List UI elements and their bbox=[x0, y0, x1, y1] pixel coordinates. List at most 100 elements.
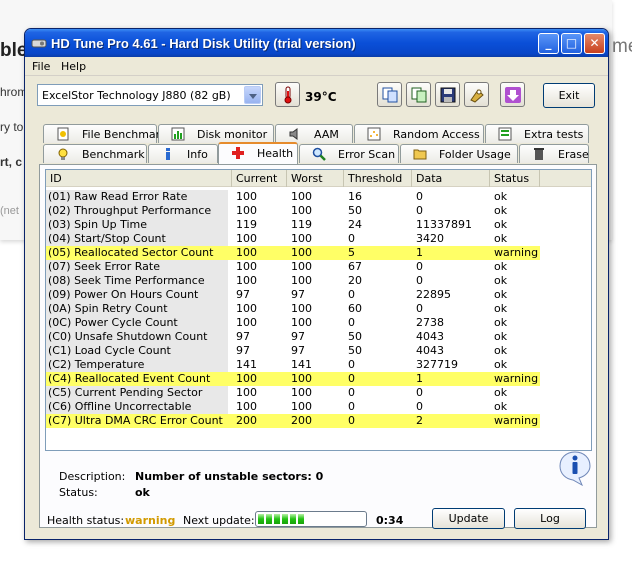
column-header[interactable]: ID bbox=[46, 170, 232, 187]
table-row[interactable]: (02) Throughput Performance 100 100 50 0 ok bbox=[46, 204, 540, 218]
tab-aam[interactable]: AAM bbox=[275, 124, 353, 143]
tab-health[interactable]: Health bbox=[218, 142, 298, 164]
cell-status: warning bbox=[494, 246, 539, 259]
cell-threshold: 20 bbox=[348, 274, 362, 287]
tab-label: Random Access bbox=[393, 128, 480, 141]
smart-table[interactable]: ID Current Worst Threshold Data Status (… bbox=[45, 169, 592, 451]
cell-current: 97 bbox=[236, 330, 250, 343]
cell-status: ok bbox=[494, 288, 508, 301]
options-button[interactable] bbox=[464, 82, 489, 107]
options-icon bbox=[470, 89, 484, 103]
cell-worst: 141 bbox=[291, 358, 312, 371]
menu-file[interactable]: File bbox=[32, 60, 50, 73]
table-row[interactable]: (0A) Spin Retry Count 100 100 60 0 ok bbox=[46, 302, 540, 316]
maximize-button[interactable]: □ bbox=[561, 33, 582, 54]
tab-error-scan[interactable]: Error Scan bbox=[299, 144, 399, 163]
tab-info[interactable]: Info bbox=[148, 144, 218, 163]
tab-label: Folder Usage bbox=[439, 148, 511, 161]
tab-file-benchmark[interactable]: File Benchmark bbox=[43, 124, 167, 143]
column-header[interactable]: Status bbox=[490, 170, 540, 187]
tab-label: Extra tests bbox=[524, 128, 584, 141]
info-icon bbox=[166, 148, 170, 160]
background-text: ry to bbox=[0, 120, 24, 134]
cell-status: warning bbox=[494, 372, 539, 385]
cell-id: (0A) Spin Retry Count bbox=[46, 302, 228, 316]
cell-data: 2738 bbox=[416, 316, 444, 329]
title-bar[interactable]: HD Tune Pro 4.61 - Hard Disk Utility (tr… bbox=[25, 29, 608, 57]
table-row[interactable]: (0C) Power Cycle Count 100 100 0 2738 ok bbox=[46, 316, 540, 330]
table-row[interactable]: (C4) Reallocated Event Count 100 100 0 1 warn… bbox=[46, 372, 540, 386]
cell-id: (C1) Load Cycle Count bbox=[46, 344, 228, 358]
table-row[interactable]: (07) Seek Error Rate 100 100 67 0 ok bbox=[46, 260, 540, 274]
cell-current: 97 bbox=[236, 344, 250, 357]
column-header[interactable]: Current bbox=[232, 170, 287, 187]
table-row[interactable]: (C1) Load Cycle Count 97 97 50 4043 ok bbox=[46, 344, 540, 358]
cell-worst: 100 bbox=[291, 204, 312, 217]
tab-label: Health bbox=[257, 147, 294, 160]
cell-id: (C7) Ultra DMA CRC Error Count bbox=[46, 414, 228, 428]
random-access-icon bbox=[367, 127, 381, 141]
save-button[interactable] bbox=[435, 82, 460, 107]
table-row[interactable]: (C5) Current Pending Sector 100 100 0 0 ok bbox=[46, 386, 540, 400]
cell-data: 0 bbox=[416, 204, 423, 217]
progress-segment bbox=[290, 514, 296, 524]
cell-worst: 100 bbox=[291, 372, 312, 385]
table-row[interactable]: (05) Reallocated Sector Count 100 100 5 1 war… bbox=[46, 246, 540, 260]
table-row[interactable]: (09) Power On Hours Count 97 97 0 22895 ok bbox=[46, 288, 540, 302]
tab-extra-tests[interactable]: Extra tests bbox=[485, 124, 589, 143]
cell-threshold: 50 bbox=[348, 330, 362, 343]
table-row[interactable]: (08) Seek Time Performance 100 100 20 0 ok bbox=[46, 274, 540, 288]
table-row[interactable]: (03) Spin Up Time 119 119 24 11337891 ok bbox=[46, 218, 540, 232]
tab-folder-usage[interactable]: Folder Usage bbox=[400, 144, 518, 163]
column-header[interactable]: Data bbox=[412, 170, 490, 187]
close-button[interactable]: ✕ bbox=[584, 33, 605, 54]
table-row[interactable]: (C7) Ultra DMA CRC Error Count 200 200 0 2 wa… bbox=[46, 414, 540, 428]
temperature-button[interactable] bbox=[275, 82, 300, 107]
table-header: ID Current Worst Threshold Data Status bbox=[46, 170, 591, 187]
tab-erase[interactable]: Erase bbox=[519, 144, 589, 163]
tab-label: Disk monitor bbox=[197, 128, 268, 141]
cell-status: ok bbox=[494, 330, 508, 343]
table-row[interactable]: (C6) Offline Uncorrectable 100 100 0 0 ok bbox=[46, 400, 540, 414]
countdown: 0:34 bbox=[376, 514, 404, 527]
cell-current: 200 bbox=[236, 414, 257, 427]
cell-threshold: 0 bbox=[348, 232, 355, 245]
cell-current: 100 bbox=[236, 302, 257, 315]
minimize-button[interactable]: _ bbox=[538, 33, 559, 54]
cell-data: 2 bbox=[416, 414, 423, 427]
cell-id: (C5) Current Pending Sector bbox=[46, 386, 228, 400]
tab-benchmark[interactable]: Benchmark bbox=[43, 144, 147, 163]
column-header[interactable]: Threshold bbox=[344, 170, 412, 187]
cell-current: 100 bbox=[236, 246, 257, 259]
cell-current: 100 bbox=[236, 204, 257, 217]
copy-icon bbox=[382, 87, 398, 103]
cell-worst: 97 bbox=[291, 288, 305, 301]
tab-disk-monitor[interactable]: Disk monitor bbox=[158, 124, 274, 143]
cell-data: 4043 bbox=[416, 330, 444, 343]
copy-alt-button[interactable] bbox=[406, 82, 431, 107]
cell-data: 0 bbox=[416, 386, 423, 399]
cell-threshold: 0 bbox=[348, 414, 355, 427]
drive-select[interactable]: ExcelStor Technology J880 (82 gB) bbox=[37, 84, 263, 106]
column-header[interactable]: Worst bbox=[287, 170, 344, 187]
chevron-down-icon[interactable] bbox=[244, 86, 261, 104]
info-balloon-icon[interactable] bbox=[558, 450, 592, 486]
table-row[interactable]: (C2) Temperature 141 141 0 327719 ok bbox=[46, 358, 540, 372]
progress-segment bbox=[258, 514, 264, 524]
table-row[interactable]: (04) Start/Stop Count 100 100 0 3420 ok bbox=[46, 232, 540, 246]
table-row[interactable]: (C0) Unsafe Shutdown Count 97 97 50 4043 ok bbox=[46, 330, 540, 344]
download-button[interactable] bbox=[500, 82, 525, 107]
cell-worst: 100 bbox=[291, 246, 312, 259]
update-button[interactable]: Update bbox=[432, 508, 505, 529]
exit-button[interactable]: Exit bbox=[543, 83, 595, 108]
log-button[interactable]: Log bbox=[514, 508, 586, 529]
table-row[interactable]: (01) Raw Read Error Rate 100 100 16 0 ok bbox=[46, 190, 540, 204]
window-title: HD Tune Pro 4.61 - Hard Disk Utility (tr… bbox=[51, 36, 356, 51]
tab-random-access[interactable]: Random Access bbox=[354, 124, 484, 143]
magnifier-icon bbox=[312, 147, 326, 161]
copy-button[interactable] bbox=[377, 82, 402, 107]
cell-worst: 100 bbox=[291, 386, 312, 399]
cell-current: 100 bbox=[236, 386, 257, 399]
menu-help[interactable]: Help bbox=[61, 60, 86, 73]
status-value: ok bbox=[135, 486, 150, 499]
